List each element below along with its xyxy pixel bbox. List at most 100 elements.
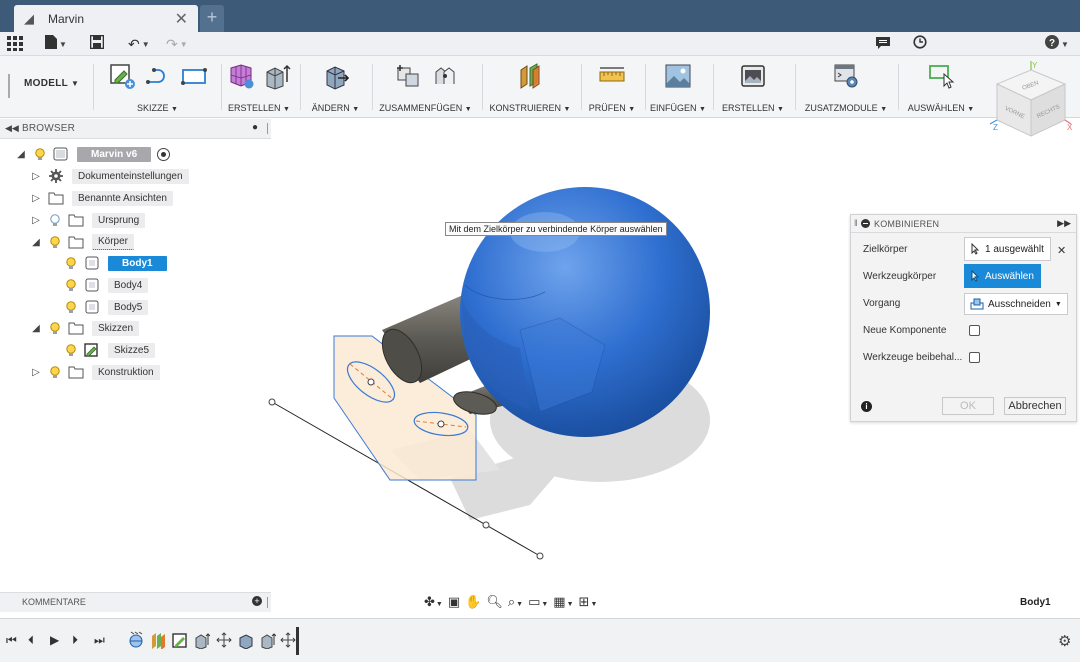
insert-image-icon[interactable]: [664, 62, 692, 90]
pan-hand-icon[interactable]: ✋: [465, 594, 481, 610]
timeline-feature-extrude2-icon[interactable]: [260, 631, 276, 649]
ribbon-grip[interactable]: [8, 74, 10, 98]
timeline: ⏮︎ ⏴︎ ▶ ⏵︎ ⏭︎ ⚙: [0, 618, 1080, 662]
timeline-feature-extrude-icon[interactable]: [194, 631, 210, 649]
go-to-end-icon[interactable]: ⏭︎: [94, 633, 105, 648]
ribbon-group-auswaehlen[interactable]: AUSWÄHLEN ▼: [903, 60, 979, 116]
keep-tools-label: Werkzeuge beibehal...: [863, 351, 963, 363]
create-sketch-icon[interactable]: [108, 62, 136, 90]
ribbon-group-konstruieren[interactable]: KONSTRUIEREN ▼: [486, 60, 574, 116]
keep-tools-checkbox[interactable]: [969, 352, 980, 363]
viewcube[interactable]: OBEN VORNE RECHTS Y Z X: [985, 60, 1077, 146]
save-icon[interactable]: [89, 34, 105, 53]
select-icon[interactable]: [927, 62, 955, 90]
ribbon-group-zusatzmodule[interactable]: ZUSATZMODULE ▼: [800, 60, 892, 116]
axis-x-label: X: [1067, 123, 1073, 132]
timeline-feature-sketch-icon[interactable]: [172, 631, 188, 649]
play-icon[interactable]: ▶: [50, 633, 59, 647]
ribbon-group-pruefen[interactable]: PRÜFEN ▼: [584, 60, 640, 116]
comments-title: KOMMENTARE: [22, 597, 86, 607]
timeline-feature-move-icon[interactable]: [216, 631, 232, 649]
history-clock-icon[interactable]: [913, 35, 927, 53]
ribbon-label-konstruieren: KONSTRUIEREN: [489, 103, 562, 113]
info-icon[interactable]: i: [861, 401, 872, 412]
operation-label: Vorgang: [863, 297, 901, 309]
browser-pin-icon[interactable]: ●: [252, 122, 258, 133]
comments-panel-header: KOMMENTARE +: [0, 592, 271, 612]
redo-icon[interactable]: ↷ ▼: [166, 35, 188, 53]
ribbon-group-skizze[interactable]: SKIZZE ▼: [100, 60, 215, 116]
close-icon[interactable]: ✕: [175, 9, 188, 29]
add-comment-icon[interactable]: +: [252, 596, 262, 606]
ribbon-label-zusatzmodule: ZUSATZMODULE: [804, 103, 878, 113]
new-component-icon[interactable]: [394, 62, 422, 90]
line-spline-icon[interactable]: [144, 62, 172, 90]
dialog-header[interactable]: ‖ KOMBINIEREN ▶▶: [851, 215, 1076, 233]
ribbon-group-einfuegen[interactable]: EINFÜGEN ▼: [648, 60, 708, 116]
timeline-marker[interactable]: [296, 627, 299, 655]
selection-tooltip: Mit dem Zielkörper zu verbindende Körper…: [445, 222, 667, 236]
clear-selection-icon[interactable]: ✕: [1057, 244, 1066, 257]
box-icon: ◢: [24, 10, 34, 26]
timeline-feature-body-icon[interactable]: [238, 631, 254, 649]
go-to-start-icon[interactable]: ⏮︎: [6, 633, 17, 648]
ok-button[interactable]: OK: [942, 397, 994, 415]
dialog-collapse-icon[interactable]: [861, 219, 870, 228]
data-panel-grid-icon[interactable]: [7, 35, 23, 53]
create-form-icon[interactable]: [227, 62, 255, 90]
ribbon-label-zusammenfuegen: ZUSAMMENFÜGEN: [379, 103, 463, 113]
step-back-icon[interactable]: ⏴︎: [28, 633, 34, 648]
cut-operation-icon: [970, 298, 984, 310]
new-component-checkbox[interactable]: [969, 325, 980, 336]
offset-plane-icon[interactable]: [516, 62, 544, 90]
target-body-selector[interactable]: 1 ausgewählt: [964, 237, 1051, 261]
svg-text:?: ?: [1049, 38, 1055, 49]
help-icon[interactable]: ? ▼: [1045, 35, 1069, 53]
timeline-feature-sphere-icon[interactable]: [128, 631, 144, 649]
look-at-icon[interactable]: ▣: [448, 594, 460, 610]
timeline-feature-move2-icon[interactable]: [280, 631, 296, 649]
viewports-icon[interactable]: ⊞▼: [579, 594, 598, 610]
combine-dialog: ‖ KOMBINIEREN ▶▶ Zielkörper 1 ausgewählt…: [850, 214, 1077, 422]
target-body-label: Zielkörper: [863, 243, 908, 255]
panel-divider[interactable]: [267, 597, 268, 608]
ribbon-label-auswaehlen: AUSWÄHLEN: [907, 103, 965, 113]
rectangle-icon[interactable]: [180, 62, 208, 90]
tool-body-selector[interactable]: Auswählen: [964, 264, 1041, 288]
ribbon-group-erstellen-render[interactable]: ERSTELLEN ▼: [717, 60, 789, 116]
cursor-arrow-icon: [971, 270, 980, 282]
ribbon-group-aendern[interactable]: ÄNDERN ▼: [303, 60, 368, 116]
cancel-button[interactable]: Abbrechen: [1004, 397, 1066, 415]
operation-dropdown[interactable]: Ausschneiden ▼: [964, 292, 1068, 316]
expand-dialog-icon[interactable]: ▶▶: [1057, 218, 1071, 229]
render-icon[interactable]: [739, 62, 767, 90]
measure-icon[interactable]: [598, 62, 626, 90]
extrude-icon[interactable]: [263, 62, 291, 90]
browser-title: BROWSER: [22, 123, 76, 134]
new-tab-button[interactable]: +: [200, 5, 224, 32]
orbit-icon[interactable]: ✤▼: [424, 594, 443, 610]
file-menu-icon[interactable]: ▼: [45, 35, 67, 53]
display-settings-icon[interactable]: ▭▼: [528, 594, 548, 610]
fit-zoom-icon[interactable]: ⌕▼: [508, 594, 523, 610]
workspace-label: MODELL: [24, 78, 68, 89]
ribbon-group-zusammenfuegen[interactable]: ZUSAMMENFÜGEN ▼: [374, 60, 477, 116]
timeline-feature-plane-icon[interactable]: [150, 631, 166, 649]
job-status-icon[interactable]: [876, 35, 890, 53]
step-forward-icon[interactable]: ⏵︎: [72, 633, 78, 648]
timeline-settings-gear-icon[interactable]: ⚙: [1058, 632, 1071, 650]
panel-divider[interactable]: [267, 123, 268, 134]
document-tab[interactable]: ◢ Marvin ✕: [14, 5, 198, 32]
axis-y-label: Y: [1032, 61, 1038, 70]
scripts-addins-icon[interactable]: [832, 62, 860, 90]
zoom-icon[interactable]: 🔍︎: [486, 594, 503, 610]
ribbon-group-erstellen[interactable]: ERSTELLEN ▼: [224, 60, 294, 116]
ribbon-label-pruefen: PRÜFEN: [588, 103, 626, 113]
ribbon-toolbar: MODELL ▼ SKIZZE ▼ ERSTELLEN ▼ ÄNDERN ▼ Z…: [0, 56, 1080, 118]
grid-settings-icon[interactable]: ▦▼: [553, 594, 573, 610]
undo-icon[interactable]: ↶ ▼: [128, 35, 150, 53]
workspace-switcher[interactable]: MODELL ▼: [24, 78, 79, 96]
joint-icon[interactable]: [430, 62, 458, 90]
press-pull-icon[interactable]: [322, 62, 350, 90]
collapse-browser-icon[interactable]: ◀◀: [5, 123, 19, 134]
